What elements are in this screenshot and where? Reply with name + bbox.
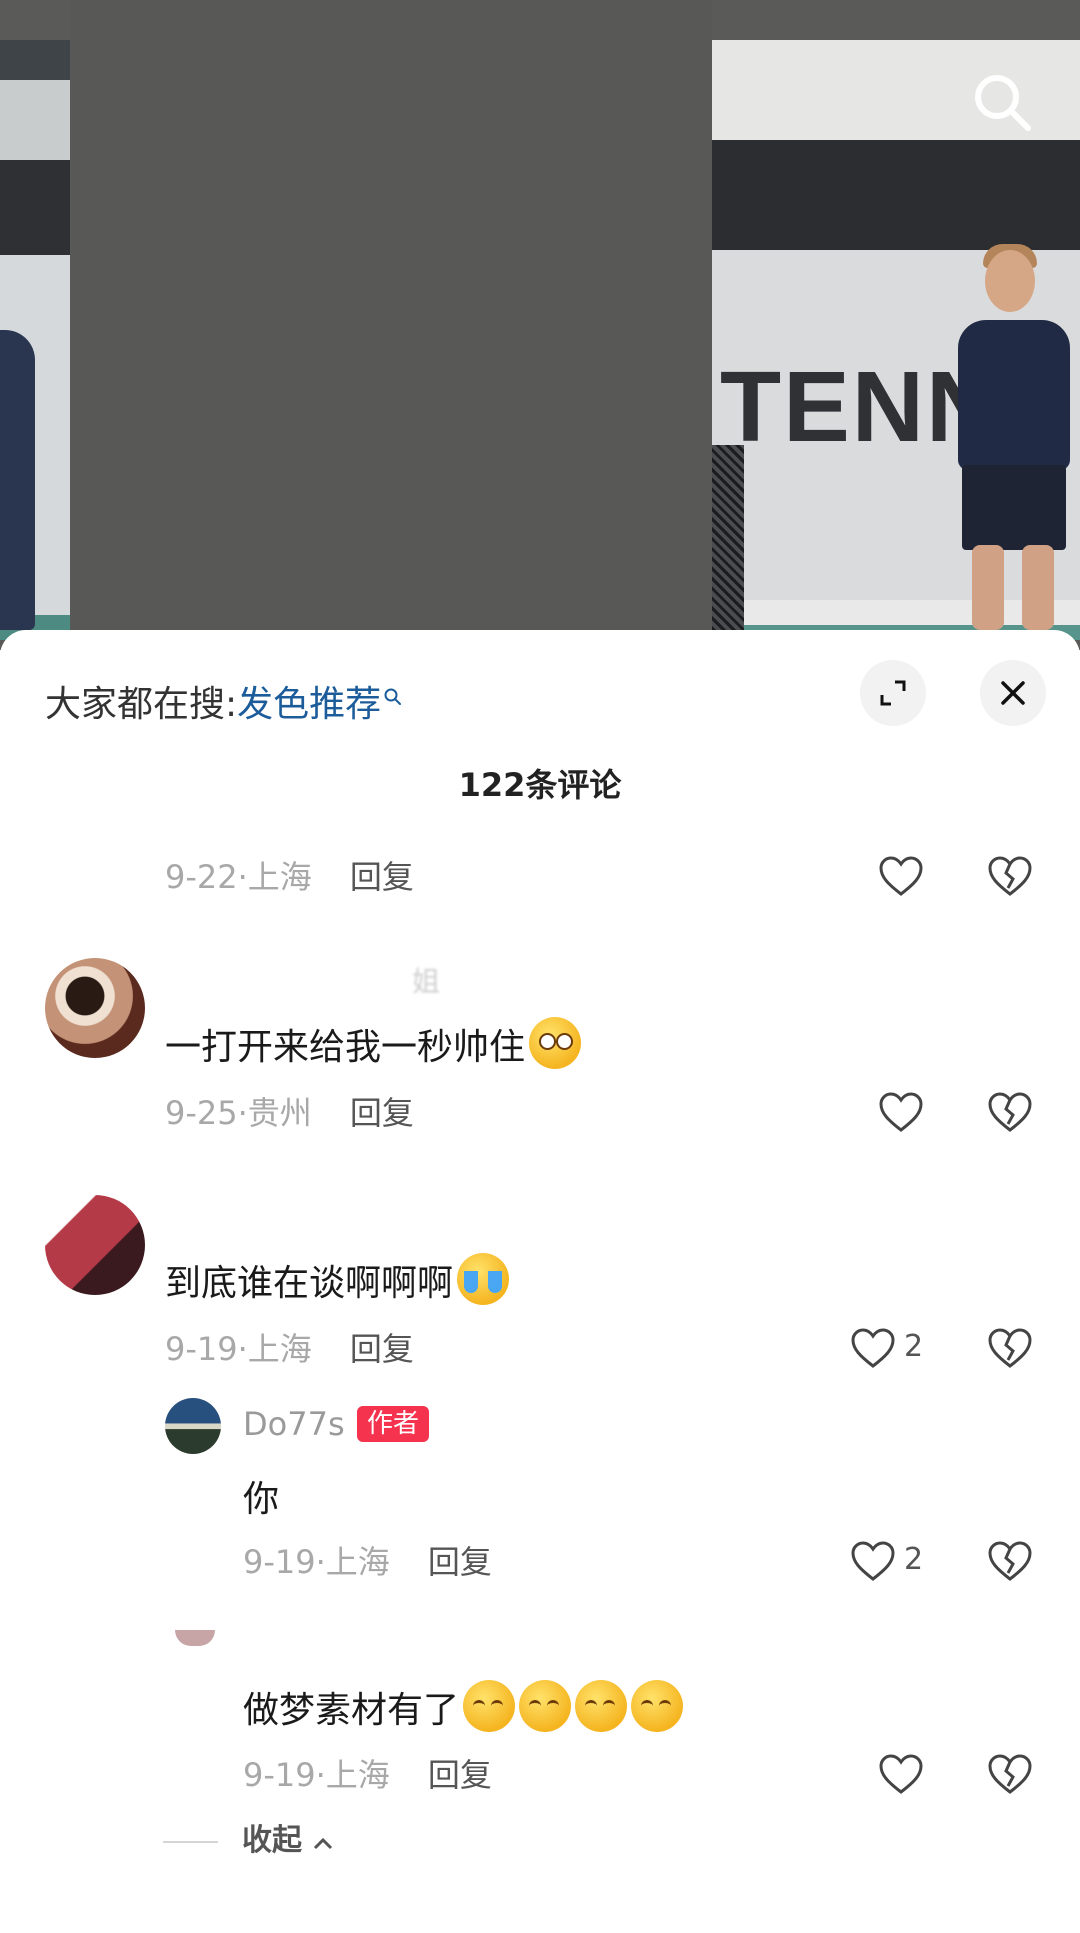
comment-meta: 9-19·上海 回复 [165,1330,414,1368]
small-search-icon [383,675,403,716]
comment-location: 上海 [247,858,312,896]
author-badge: 作者 [357,1406,430,1442]
divider [163,1840,218,1843]
close-button[interactable] [980,660,1046,726]
collapse-replies-button[interactable]: 收起 [163,1815,334,1859]
reply-date: 9-19 [243,1756,316,1794]
like-heart-icon[interactable] [878,1091,924,1137]
avatar[interactable] [45,958,145,1058]
reply-text-content: 做梦素材有了 [243,1690,460,1731]
relieved-emoji-icon [631,1680,684,1732]
search-suggestion[interactable]: 大家都在搜:发色推荐 [45,675,403,727]
suggest-keyword[interactable]: 发色推荐 [237,684,381,725]
dislike-broken-heart-icon[interactable] [987,855,1033,901]
comment-username[interactable]: 姐 [412,960,440,1000]
reply-button[interactable]: 回复 [350,858,414,896]
reply-button[interactable]: 回复 [428,1543,492,1581]
reply-meta: 9-19·上海 回复 [243,1756,492,1794]
comment-location: 贵州 [247,1094,312,1132]
comment-date: 9-22 [165,858,238,896]
comment-location: 上海 [247,1330,312,1368]
comment-sheet: 大家都在搜:发色推荐 122条评论 9-22·上海 回复 姐 一打开来给我一秒帅住… [0,630,1080,1933]
expand-button[interactable] [860,660,926,726]
comment-date: 9-25 [165,1094,238,1132]
player-right [950,244,1080,630]
reply-location: 上海 [325,1543,390,1581]
comment-meta: 9-25·贵州 回复 [165,1094,414,1132]
video-frame-left [0,40,70,640]
reply-button[interactable]: 回复 [350,1094,414,1132]
relieved-emoji-icon [519,1680,572,1732]
avatar[interactable] [165,1398,221,1454]
comment-date: 9-19 [165,1330,238,1368]
relieved-emoji-icon [463,1680,516,1732]
comment-meta: 9-22·上海 回复 [165,858,414,896]
comment-text: 到底谁在谈啊啊啊 [165,1253,510,1306]
search-icon[interactable] [970,70,1034,134]
like-heart-icon[interactable] [878,1753,924,1799]
comment-text-content: 一打开来给我一秒帅住 [165,1027,526,1068]
like-heart-icon[interactable] [850,1540,896,1586]
dislike-broken-heart-icon[interactable] [987,1327,1033,1373]
like-heart-icon[interactable] [878,855,924,901]
video-frame-center [70,0,712,640]
expand-icon [880,680,906,706]
tennis-net [712,445,744,630]
like-count: 2 [904,1542,924,1577]
dislike-broken-heart-icon[interactable] [987,1753,1033,1799]
video-player[interactable]: TENN [0,0,1080,650]
dislike-broken-heart-icon[interactable] [987,1540,1033,1586]
comment-text: 一打开来给我一秒帅住 [165,1017,582,1070]
comment-count: 122条评论 [458,766,622,804]
avatar[interactable] [175,1630,215,1646]
flushed-emoji-icon [529,1017,582,1069]
reply-date: 9-19 [243,1543,316,1581]
close-icon [1001,681,1025,705]
reply-meta: 9-19·上海 回复 [243,1543,492,1581]
dislike-broken-heart-icon[interactable] [987,1091,1033,1137]
collapse-label: 收起 [242,1823,302,1858]
reply-text: 做梦素材有了 [243,1680,684,1733]
like-count: 2 [904,1329,924,1364]
avatar[interactable] [45,1195,145,1295]
chevron-up-icon [314,1837,333,1850]
like-heart-icon[interactable] [850,1327,896,1373]
crying-emoji-icon [457,1253,510,1305]
relieved-emoji-icon [575,1680,628,1732]
reply-button[interactable]: 回复 [350,1330,414,1368]
player-left [0,330,35,630]
reply-text: 你 [243,1479,280,1520]
reply-username[interactable]: Do77s [243,1405,345,1443]
suggest-prefix: 大家都在搜: [45,684,238,725]
comment-text-content: 到底谁在谈啊啊啊 [165,1263,454,1304]
reply-button[interactable]: 回复 [428,1756,492,1794]
reply-location: 上海 [325,1756,390,1794]
